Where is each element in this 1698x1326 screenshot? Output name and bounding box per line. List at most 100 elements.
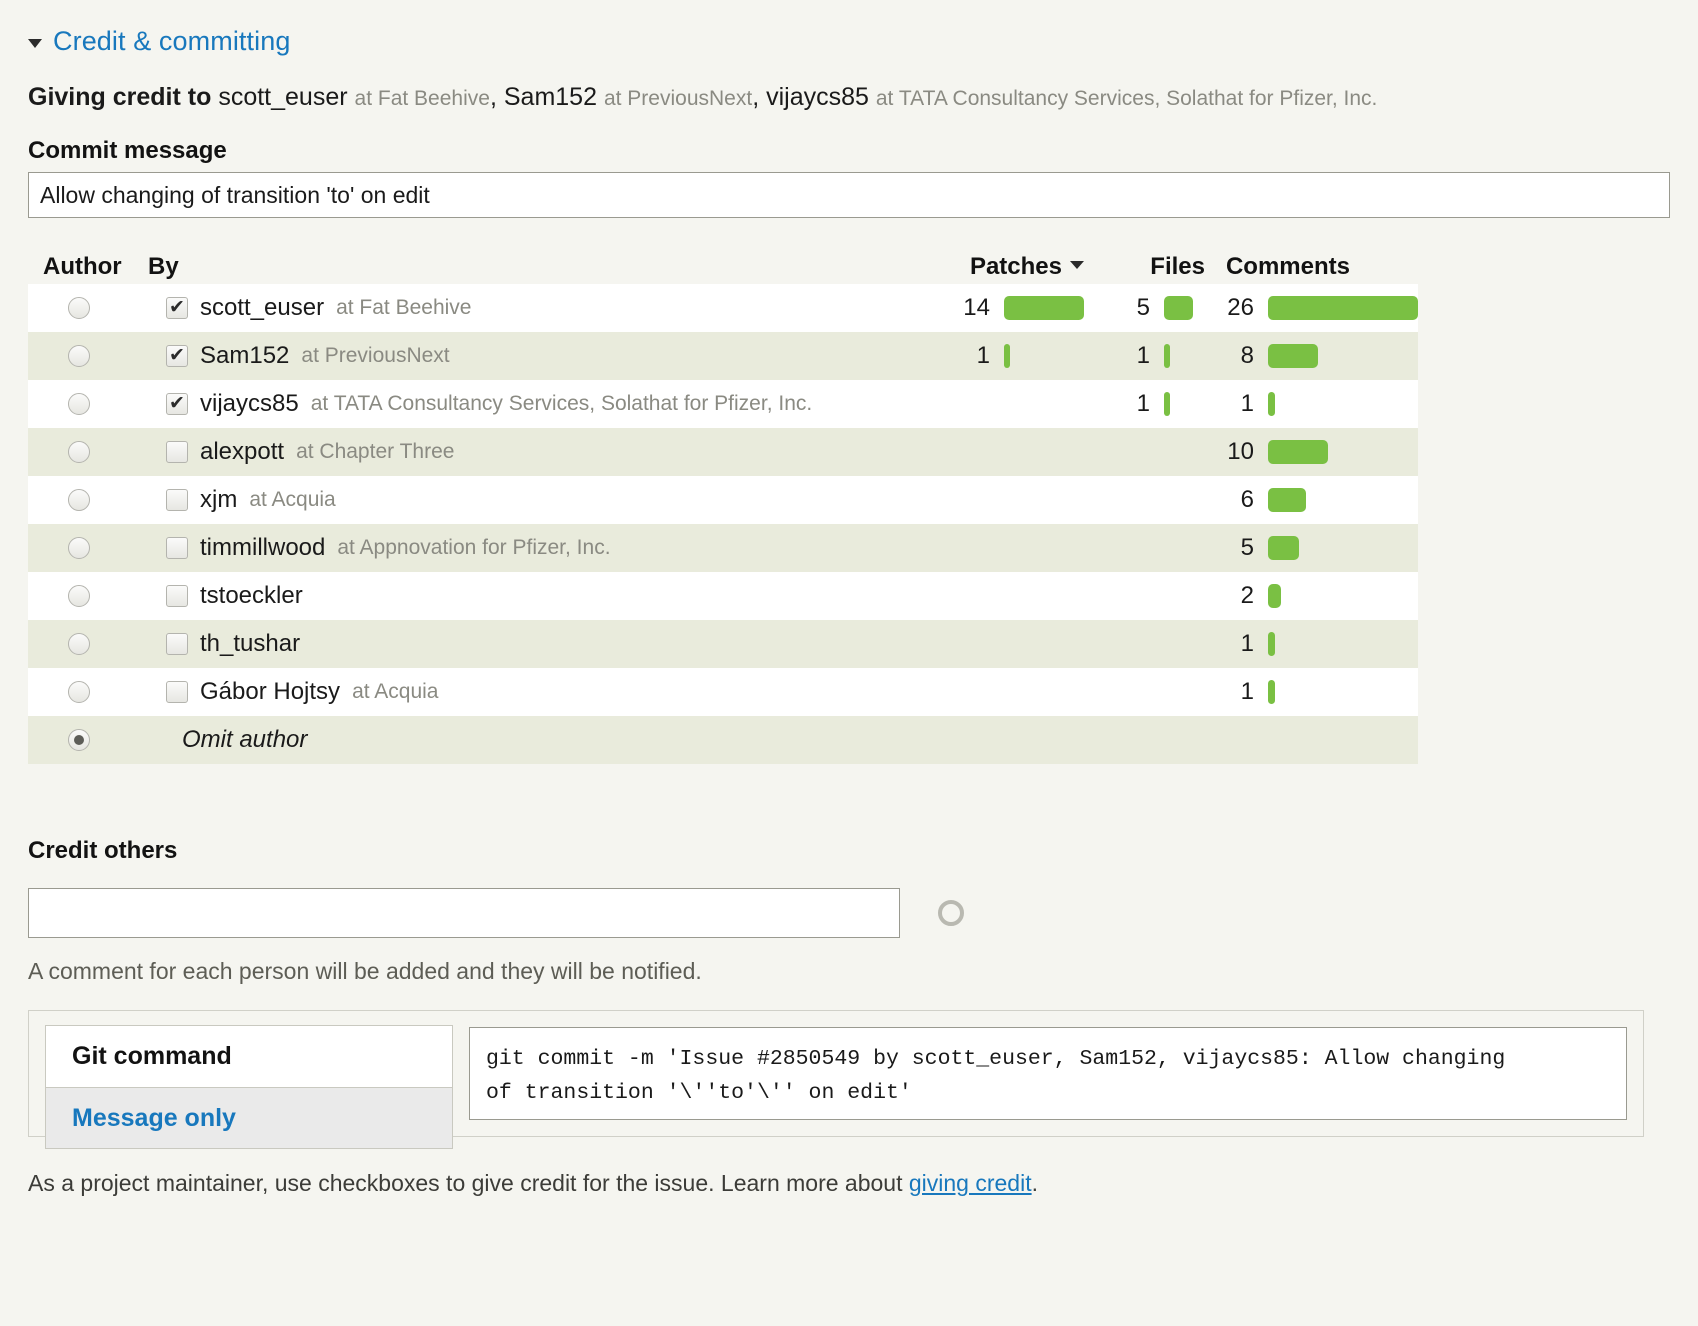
column-header-patches[interactable]: Patches (894, 253, 1084, 281)
credit-table: Author By Patches Files Comments scott_e… (28, 240, 1418, 764)
omit-author-row[interactable]: Omit author (28, 716, 1418, 764)
author-radio[interactable] (68, 681, 90, 703)
column-header-by: By (148, 253, 894, 281)
credit-checkbox[interactable] (166, 297, 188, 319)
caret-down-icon[interactable] (1070, 261, 1084, 269)
table-row[interactable]: alexpottat Chapter Three10 (28, 428, 1418, 476)
comments-value: 10 (1227, 438, 1254, 466)
git-command-textarea[interactable]: git commit -m 'Issue #2850549 by scott_e… (469, 1027, 1627, 1120)
footer-text-after: . (1032, 1170, 1038, 1196)
credit-others-help-text: A comment for each person will be added … (28, 958, 702, 985)
contributor-org: at Fat Beehive (336, 296, 471, 320)
author-radio[interactable] (68, 297, 90, 319)
credit-checkbox[interactable] (166, 585, 188, 607)
comments-cell: 1 (1206, 390, 1418, 418)
contributor-name: scott_euser (200, 294, 324, 322)
contributor-name: Gábor Hojtsy (200, 678, 340, 706)
comments-bar (1268, 344, 1318, 368)
author-radio[interactable] (68, 441, 90, 463)
credit-checkbox[interactable] (166, 393, 188, 415)
author-cell (28, 633, 148, 655)
giving-credit-link[interactable]: giving credit (909, 1170, 1032, 1196)
credited-user-at: at (876, 87, 894, 110)
section-header-credit-committing[interactable]: Credit & committing (28, 26, 290, 57)
tab-message-only[interactable]: Message only (45, 1087, 453, 1149)
author-cell (28, 297, 148, 319)
author-radio[interactable] (68, 393, 90, 415)
comments-bar (1268, 392, 1275, 416)
column-header-author: Author (28, 253, 148, 281)
table-row[interactable]: xjmat Acquia6 (28, 476, 1418, 524)
credit-checkbox[interactable] (166, 441, 188, 463)
git-panel-tabs: Git command Message only (29, 1011, 453, 1136)
files-bar-track (1164, 344, 1206, 368)
table-row[interactable]: Gábor Hojtsyat Acquia1 (28, 668, 1418, 716)
section-title-label: Credit & committing (53, 26, 290, 57)
triangle-down-icon[interactable] (28, 39, 42, 48)
author-radio[interactable] (68, 537, 90, 559)
by-cell: timmillwoodat Appnovation for Pfizer, In… (148, 534, 894, 562)
credit-checkbox[interactable] (166, 537, 188, 559)
author-radio[interactable] (68, 633, 90, 655)
omit-author-radio[interactable] (68, 729, 90, 751)
giving-credit-summary: Giving credit to scott_euser at Fat Beeh… (28, 80, 1377, 116)
comments-bar-track (1268, 632, 1418, 656)
comments-bar (1268, 488, 1306, 512)
patches-value: 1 (977, 342, 990, 370)
column-header-comments[interactable]: Comments (1206, 253, 1418, 281)
table-row[interactable]: scott_euserat Fat Beehive14526 (28, 284, 1418, 332)
credited-user-name: vijaycs85 (766, 83, 869, 111)
column-header-patches-label: Patches (970, 253, 1062, 281)
patches-bar (1004, 344, 1010, 368)
comments-bar (1268, 584, 1281, 608)
column-header-files[interactable]: Files (1084, 253, 1206, 281)
author-radio[interactable] (68, 489, 90, 511)
comments-value: 26 (1227, 294, 1254, 322)
contributor-name: tstoeckler (200, 582, 303, 610)
credit-checkbox[interactable] (166, 633, 188, 655)
patches-bar-track (1004, 296, 1084, 320)
comments-value: 1 (1241, 390, 1254, 418)
comments-cell: 1 (1206, 678, 1418, 706)
credit-checkbox[interactable] (166, 681, 188, 703)
contributor-name: xjm (200, 486, 237, 514)
author-radio[interactable] (68, 345, 90, 367)
credited-user-name: Sam152 (504, 83, 597, 111)
patches-value: 14 (963, 294, 990, 322)
table-row[interactable]: Sam152at PreviousNext118 (28, 332, 1418, 380)
table-row[interactable]: vijaycs85at TATA Consultancy Services, S… (28, 380, 1418, 428)
comments-bar (1268, 440, 1328, 464)
author-radio[interactable] (68, 585, 90, 607)
table-row[interactable]: th_tushar1 (28, 620, 1418, 668)
comments-cell: 26 (1206, 294, 1418, 322)
comments-cell: 8 (1206, 342, 1418, 370)
author-cell (28, 441, 148, 463)
comments-value: 5 (1241, 534, 1254, 562)
files-value: 1 (1137, 390, 1150, 418)
author-cell (28, 729, 148, 751)
comments-value: 2 (1241, 582, 1254, 610)
files-bar (1164, 296, 1193, 320)
comments-cell: 5 (1206, 534, 1418, 562)
author-cell (28, 585, 148, 607)
comments-bar-track (1268, 488, 1418, 512)
comments-bar-track (1268, 680, 1418, 704)
credit-checkbox[interactable] (166, 345, 188, 367)
comments-bar (1268, 680, 1275, 704)
comments-bar-track (1268, 536, 1418, 560)
comments-bar-track (1268, 392, 1418, 416)
table-row[interactable]: tstoeckler 2 (28, 572, 1418, 620)
patches-bar (1004, 296, 1084, 320)
contributor-org: at Appnovation for Pfizer, Inc. (337, 536, 610, 560)
by-cell: scott_euser at Fat Beehive (148, 294, 894, 322)
commit-message-input[interactable] (28, 172, 1670, 218)
by-cell: Omit author (148, 726, 1418, 754)
credited-user-at: at (604, 87, 622, 110)
credit-others-input[interactable] (28, 888, 900, 938)
credit-separator: , (490, 83, 497, 111)
table-body: scott_euserat Fat Beehive14526Sam152at P… (28, 284, 1418, 764)
credit-checkbox[interactable] (166, 489, 188, 511)
author-cell (28, 681, 148, 703)
table-row[interactable]: timmillwoodat Appnovation for Pfizer, In… (28, 524, 1418, 572)
tab-git-command[interactable]: Git command (45, 1025, 453, 1087)
